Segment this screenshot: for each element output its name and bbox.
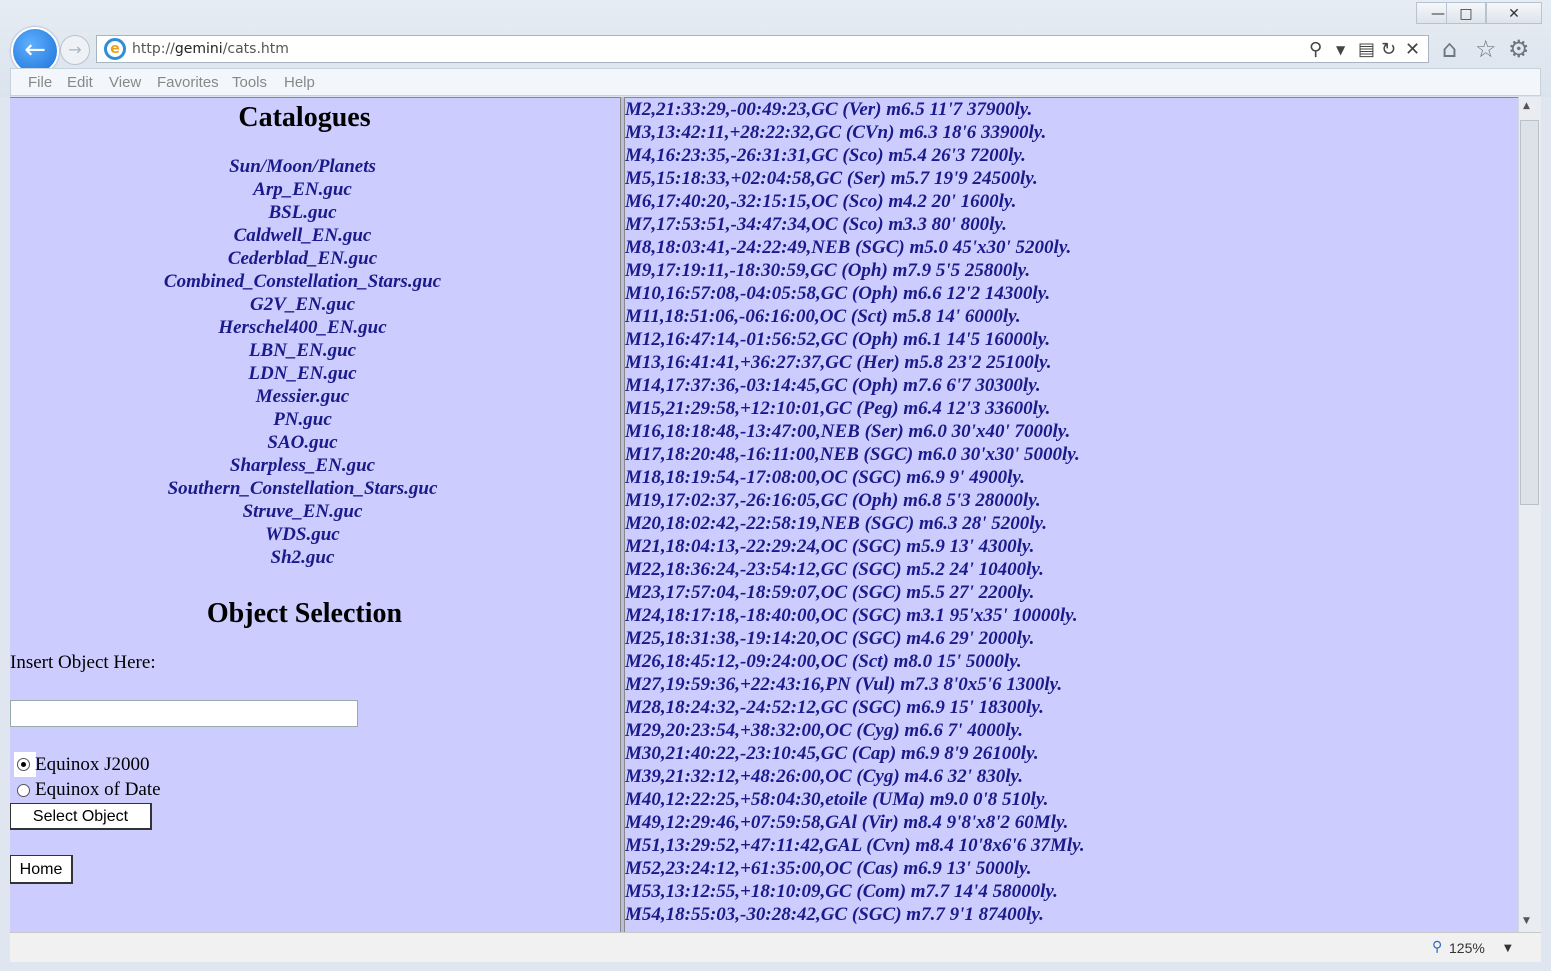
- object-row: M4,16:23:35,-26:31:31,GC (Sco) m5.4 26'3…: [625, 145, 1026, 166]
- object-selection-heading: Object Selection: [206, 598, 403, 629]
- favorites-star-icon[interactable]: ☆: [1475, 35, 1497, 63]
- catalogue-link[interactable]: Messier.guc: [10, 386, 595, 409]
- scrollbar-thumb[interactable]: [1520, 120, 1539, 505]
- catalogue-link[interactable]: Arp_EN.guc: [10, 179, 595, 202]
- url-prefix: http://: [132, 41, 175, 57]
- equinox-j2000-radio[interactable]: [17, 758, 30, 771]
- object-row: M12,16:47:14,-01:56:52,GC (Oph) m6.1 14'…: [625, 329, 1051, 350]
- address-bar[interactable]: [96, 35, 1429, 63]
- scroll-up-arrow-icon[interactable]: ▲: [1523, 101, 1530, 111]
- menu-tools[interactable]: Tools: [232, 74, 267, 91]
- catalogue-link[interactable]: BSL.guc: [10, 202, 595, 225]
- object-input[interactable]: [10, 700, 358, 727]
- gear-icon[interactable]: ⚙: [1508, 35, 1530, 63]
- catalogue-link[interactable]: Cederblad_EN.guc: [10, 248, 595, 271]
- search-icon[interactable]: ⚲: [1309, 39, 1322, 60]
- catalogue-link[interactable]: SAO.guc: [10, 432, 595, 455]
- object-row: M20,18:02:42,-22:58:19,NEB (SGC) m6.3 28…: [625, 513, 1048, 534]
- menu-favorites[interactable]: Favorites: [157, 74, 219, 91]
- object-row: M24,18:17:18,-18:40:00,OC (SGC) m3.1 95'…: [625, 605, 1078, 626]
- object-row: M11,18:51:06,-06:16:00,OC (Sct) m5.8 14'…: [625, 306, 1021, 327]
- catalogue-list: Sun/Moon/Planets Arp_EN.guc BSL.guc Caldwel…: [10, 156, 595, 570]
- catalogue-link[interactable]: Sh2.guc: [10, 547, 595, 570]
- object-row: M23,17:57:04,-18:59:07,OC (SGC) m5.5 27'…: [625, 582, 1035, 603]
- catalogue-link[interactable]: Southern_Constellation_Stars.guc: [10, 478, 595, 501]
- catalogue-link[interactable]: Struve_EN.guc: [10, 501, 595, 524]
- object-row: M29,20:23:54,+38:32:00,OC (Cyg) m6.6 7' …: [625, 720, 1023, 741]
- object-row: M25,18:31:38,-19:14:20,OC (SGC) m4.6 29'…: [625, 628, 1035, 649]
- object-row: M8,18:03:41,-24:22:49,NEB (SGC) m5.0 45'…: [625, 237, 1072, 258]
- object-row: M40,12:22:25,+58:04:30,etoile (UMa) m9.0…: [625, 789, 1049, 810]
- object-row: M53,13:12:55,+18:10:09,GC (Com) m7.7 14'…: [625, 881, 1058, 902]
- compat-view-icon[interactable]: ▤: [1358, 39, 1375, 60]
- equinox-of-date-radio[interactable]: [17, 784, 30, 797]
- zoom-level[interactable]: 125%: [1449, 940, 1485, 956]
- object-row: M9,17:19:11,-18:30:59,GC (Oph) m7.9 5'5 …: [625, 260, 1031, 281]
- home-icon[interactable]: ⌂: [1442, 35, 1457, 63]
- forward-arrow-icon[interactable]: →: [60, 35, 90, 65]
- object-row: M2,21:33:29,-00:49:23,GC (Ver) m6.5 11'7…: [625, 99, 1033, 120]
- object-row: M22,18:36:24,-23:54:12,GC (SGC) m5.2 24'…: [625, 559, 1044, 580]
- object-row: M5,15:18:33,+02:04:58,GC (Ser) m5.7 19'9…: [625, 168, 1038, 189]
- select-object-button[interactable]: Select Object: [10, 803, 152, 830]
- catalogue-link[interactable]: Sun/Moon/Planets: [10, 156, 595, 179]
- dropdown-chevron-icon[interactable]: ▼: [1336, 43, 1345, 57]
- zoom-magnifier-icon: ⚲: [1432, 939, 1443, 955]
- object-row: M30,21:40:22,-23:10:45,GC (Cap) m6.9 8'9…: [625, 743, 1039, 764]
- catalogue-link[interactable]: G2V_EN.guc: [10, 294, 595, 317]
- object-row: M17,18:20:48,-16:11:00,NEB (SGC) m6.0 30…: [625, 444, 1080, 465]
- object-row: M19,17:02:37,-26:16:05,GC (Oph) m6.8 5'3…: [625, 490, 1041, 511]
- object-row: M28,18:24:32,-24:52:12,GC (SGC) m6.9 15'…: [625, 697, 1044, 718]
- object-row: M13,16:41:41,+36:27:37,GC (Her) m5.8 23'…: [625, 352, 1052, 373]
- object-row: M39,21:32:12,+48:26:00,OC (Cyg) m4.6 32'…: [625, 766, 1023, 787]
- url-host: gemini: [174, 41, 223, 57]
- catalogues-heading: Catalogues: [238, 102, 371, 133]
- object-row: M7,17:53:51,-34:47:34,OC (Sco) m3.3 80' …: [625, 214, 1007, 235]
- catalogue-frame: Catalogues Sun/Moon/Planets Arp_EN.guc BSL…: [10, 97, 621, 933]
- catalogue-link[interactable]: WDS.guc: [10, 524, 595, 547]
- equinox-j2000-label: Equinox J2000: [35, 754, 150, 775]
- object-row: M18,18:19:54,-17:08:00,OC (SGC) m6.9 9' …: [625, 467, 1025, 488]
- close-window-icon[interactable]: ✕: [1486, 2, 1542, 24]
- messier-list: M2,21:33:29,-00:49:23,GC (Ver) m6.5 11'7…: [625, 98, 1518, 926]
- menu-edit[interactable]: Edit: [67, 74, 93, 91]
- catalogue-link[interactable]: Herschel400_EN.guc: [10, 317, 595, 340]
- refresh-icon[interactable]: ↻: [1381, 39, 1396, 60]
- zoom-dropdown-icon[interactable]: ▼: [1504, 943, 1512, 954]
- menu-file[interactable]: File: [28, 74, 52, 91]
- url-text[interactable]: http://gemini/cats.htm: [132, 41, 289, 57]
- object-row: M14,17:37:36,-03:14:45,GC (Oph) m7.6 6'7…: [625, 375, 1041, 396]
- object-list-frame: M2,21:33:29,-00:49:23,GC (Ver) m6.5 11'7…: [625, 97, 1518, 933]
- object-row: M21,18:04:13,-22:29:24,OC (SGC) m5.9 13'…: [625, 536, 1035, 557]
- object-row: M27,19:59:36,+22:43:16,PN (Vul) m7.3 8'0…: [625, 674, 1063, 695]
- status-bar: [10, 932, 1541, 962]
- maximize-icon[interactable]: □: [1446, 2, 1486, 24]
- object-row: M3,13:42:11,+28:22:32,GC (CVn) m6.3 18'6…: [625, 122, 1047, 143]
- catalogue-link[interactable]: Combined_Constellation_Stars.guc: [10, 271, 595, 294]
- equinox-of-date-label: Equinox of Date: [35, 779, 161, 800]
- home-button[interactable]: Home: [10, 855, 73, 884]
- menu-view[interactable]: View: [109, 74, 141, 91]
- catalogue-link[interactable]: LDN_EN.guc: [10, 363, 595, 386]
- object-row: M49,12:29:46,+07:59:58,GAl (Vir) m8.4 9'…: [625, 812, 1069, 833]
- object-row: M6,17:40:20,-32:15:15,OC (Sco) m4.2 20' …: [625, 191, 1017, 212]
- stop-icon[interactable]: ✕: [1405, 39, 1420, 60]
- catalogue-link[interactable]: Caldwell_EN.guc: [10, 225, 595, 248]
- object-row: M51,13:29:52,+47:11:42,GAL (Cvn) m8.4 10…: [625, 835, 1085, 856]
- scroll-down-arrow-icon[interactable]: ▼: [1523, 916, 1530, 926]
- url-path: /cats.htm: [222, 41, 289, 57]
- catalogue-link[interactable]: LBN_EN.guc: [10, 340, 595, 363]
- object-row: M52,23:24:12,+61:35:00,OC (Cas) m6.9 13'…: [625, 858, 1032, 879]
- menu-help[interactable]: Help: [284, 74, 315, 91]
- object-row: M10,16:57:08,-04:05:58,GC (Oph) m6.6 12'…: [625, 283, 1051, 304]
- catalogue-link[interactable]: PN.guc: [10, 409, 595, 432]
- catalogue-link[interactable]: Sharpless_EN.guc: [10, 455, 595, 478]
- insert-object-label: Insert Object Here:: [10, 652, 156, 673]
- object-row: M16,18:18:48,-13:47:00,NEB (Ser) m6.0 30…: [625, 421, 1071, 442]
- ie-logo-icon: e: [104, 38, 126, 60]
- object-row: M54,18:55:03,-30:28:42,GC (SGC) m7.7 9'1…: [625, 904, 1044, 925]
- object-row: M15,21:29:58,+12:10:01,GC (Peg) m6.4 12'…: [625, 398, 1051, 419]
- object-row: M26,18:45:12,-09:24:00,OC (Sct) m8.0 15'…: [625, 651, 1022, 672]
